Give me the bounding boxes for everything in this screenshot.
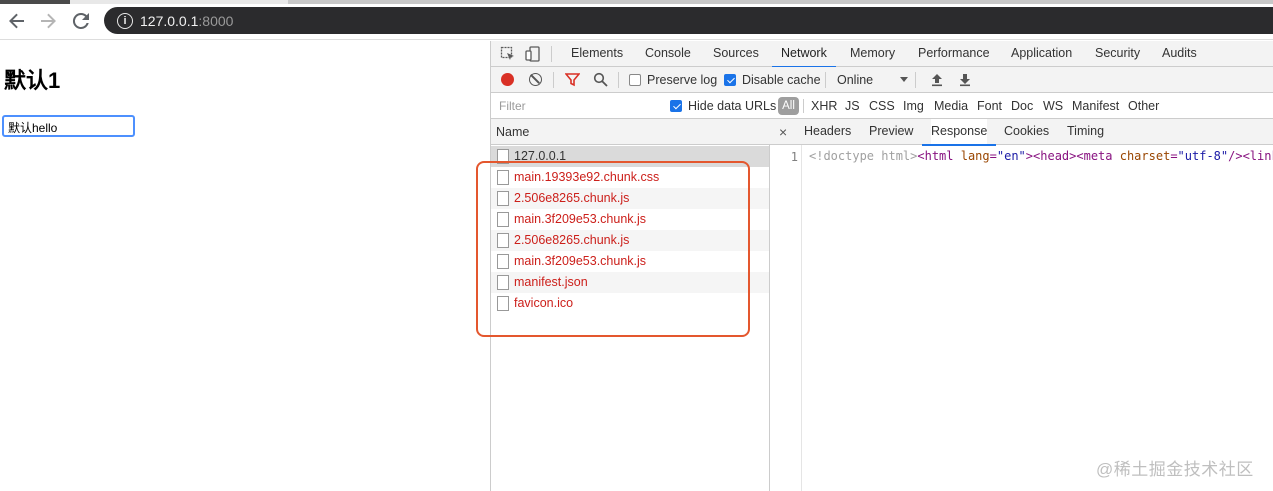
import-har-icon[interactable] [930, 72, 944, 87]
detail-tab-bar: × Headers Preview Response Cookies Timin… [770, 119, 1273, 146]
column-header-name[interactable]: Name [491, 119, 770, 145]
chevron-down-icon [900, 77, 908, 82]
code-head: <head> [1033, 149, 1077, 163]
forward-button[interactable] [38, 11, 58, 31]
close-icon[interactable]: × [779, 119, 787, 145]
line-gutter [770, 145, 802, 491]
active-tab-edge[interactable] [0, 0, 70, 4]
inspect-element-icon[interactable] [499, 45, 517, 63]
code-doctype: <!doctype html> [809, 149, 918, 163]
preserve-log-checkbox[interactable] [629, 74, 641, 86]
filter-xhr[interactable]: XHR [811, 93, 837, 119]
code-html-open: <html [917, 149, 961, 163]
inactive-tab-edge[interactable] [288, 0, 1273, 4]
page-heading: 默认1 [4, 68, 61, 93]
preserve-log-label: Preserve log [647, 73, 718, 87]
code-link: <link [1242, 149, 1273, 163]
hide-data-urls-checkbox[interactable] [670, 100, 682, 112]
tab-network[interactable]: Network [772, 41, 836, 68]
devtools-tab-bar: Elements Console Sources Network Memory … [491, 41, 1273, 68]
arrow-right-icon [41, 13, 56, 29]
filter-icon[interactable] [565, 72, 580, 87]
reload-icon [72, 12, 89, 29]
url-host: 127.0.0.1 [140, 12, 199, 29]
toolbar-separator [915, 72, 916, 88]
toolbar-separator [825, 72, 826, 88]
tab-elements[interactable]: Elements [571, 41, 623, 67]
filter-js[interactable]: JS [845, 93, 860, 119]
tab-preview[interactable]: Preview [869, 119, 913, 145]
code-meta-open: <meta [1076, 149, 1120, 163]
device-toolbar-icon[interactable] [524, 45, 542, 63]
toolbar-separator [618, 72, 619, 88]
filter-separator [803, 99, 804, 113]
filter-all-button[interactable]: All [778, 97, 799, 115]
filter-doc[interactable]: Doc [1011, 93, 1033, 119]
code-eq: = [989, 149, 997, 163]
line-number: 1 [790, 150, 798, 164]
filter-manifest[interactable]: Manifest [1072, 93, 1119, 119]
filter-media[interactable]: Media [934, 93, 968, 119]
throttle-select[interactable]: Online [837, 67, 873, 93]
tab-cookies[interactable]: Cookies [1004, 119, 1049, 145]
toolbar-separator [553, 72, 554, 88]
code-html-close: > [1025, 149, 1034, 163]
tab-performance[interactable]: Performance [918, 41, 990, 67]
tab-application[interactable]: Application [1011, 41, 1072, 67]
clear-icon[interactable] [529, 73, 542, 86]
annotation-highlight-box [476, 161, 750, 337]
code-charset-attr: charset [1119, 149, 1171, 163]
code-charset-val: "utf-8" [1177, 149, 1229, 163]
browser-toolbar: i 127.0.0.1 :8000 [0, 0, 1273, 40]
export-har-icon[interactable] [958, 72, 972, 87]
tab-headers[interactable]: Headers [804, 119, 851, 145]
filter-input[interactable]: Filter [494, 96, 657, 116]
tab-memory[interactable]: Memory [850, 41, 895, 67]
page-content: 默认1 默认hello [0, 41, 490, 491]
watermark: @稀土掘金技术社区 [1096, 460, 1254, 479]
url-port: :8000 [198, 12, 234, 29]
disable-cache-label: Disable cache [742, 73, 821, 87]
search-icon[interactable] [593, 72, 608, 87]
info-icon[interactable]: i [117, 12, 133, 29]
code-eq: = [1170, 149, 1178, 163]
disable-cache-checkbox[interactable] [724, 74, 736, 86]
filter-other[interactable]: Other [1128, 93, 1159, 119]
filter-font[interactable]: Font [977, 93, 1002, 119]
code-lang-attr: lang [960, 149, 990, 163]
tab-strip [0, 0, 1273, 4]
hide-data-urls-label: Hide data URLs [688, 99, 777, 113]
filter-bar: Filter Hide data URLs All XHR JS CSS Img… [491, 93, 1273, 119]
tab-timing[interactable]: Timing [1067, 119, 1104, 145]
request-detail-panel: × Headers Preview Response Cookies Timin… [770, 119, 1273, 491]
response-code[interactable]: <!doctype html><html lang="en"><head><me… [809, 149, 1273, 163]
address-bar[interactable]: i 127.0.0.1 :8000 [104, 7, 1273, 34]
arrow-left-icon [9, 13, 24, 29]
filter-css[interactable]: CSS [869, 93, 895, 119]
code-lang-val: "en" [996, 149, 1026, 163]
tab-response[interactable]: Response [921, 119, 997, 146]
network-toolbar: Preserve log Disable cache Online [491, 67, 1273, 93]
record-icon[interactable] [501, 73, 514, 86]
tab-separator [551, 46, 552, 62]
text-input[interactable]: 默认hello [2, 115, 135, 137]
back-button[interactable] [7, 11, 27, 31]
tab-sources[interactable]: Sources [713, 41, 759, 67]
tab-audits[interactable]: Audits [1162, 41, 1197, 67]
filter-img[interactable]: Img [903, 93, 924, 119]
tab-security[interactable]: Security [1095, 41, 1140, 67]
filter-ws[interactable]: WS [1043, 93, 1063, 119]
reload-button[interactable] [71, 11, 91, 31]
tab-console[interactable]: Console [645, 41, 691, 67]
code-meta-close: /> [1228, 149, 1243, 163]
